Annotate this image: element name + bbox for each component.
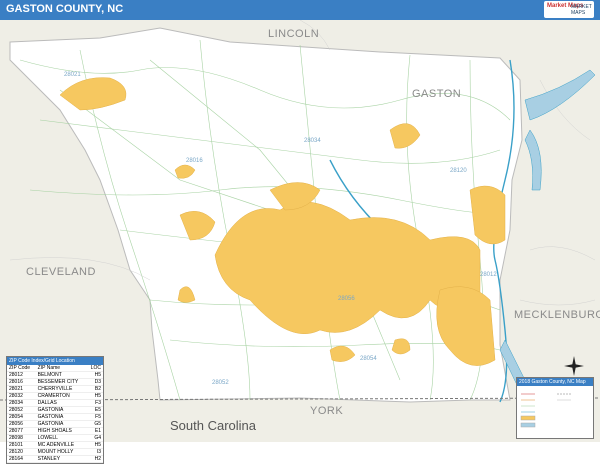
index-cell: G5 [86,420,103,428]
index-cell: E1 [86,427,103,435]
county-label-mecklenburg: MECKLENBURG [514,309,600,321]
index-cell: 28052 [7,406,36,414]
zip-label: 28052 [212,380,229,386]
index-row: 28012 BELMONT H5 [7,371,103,379]
county-label-york: YORK [310,405,344,417]
map-title: GASTON COUNTY, NC [6,3,124,15]
index-cell: GASTONIA [35,413,87,421]
index-cell: GASTONIA [35,406,87,414]
index-row: 28052 GASTONIA E5 [7,406,103,414]
index-cell: LOWELL [35,434,87,442]
state-label: South Carolina [170,418,256,433]
index-cell: F5 [86,413,103,421]
index-cell: GASTONIA [35,420,87,428]
zip-label: 28034 [304,138,321,144]
index-row: 28034 DALLAS F3 [7,399,103,407]
mount-holly-urban [469,185,506,245]
index-cell: 28021 [7,385,36,393]
index-cell: BELMONT [35,371,87,379]
index-cell: H5 [86,392,103,400]
index-cell: MC ADENVILLE [35,441,87,449]
county-label-cleveland: CLEVELAND [26,266,96,278]
index-cell: H2 [86,455,103,463]
north-arrow-icon [564,356,584,376]
index-row: 28054 GASTONIA F5 [7,413,103,421]
zip-label: 28054 [360,356,377,362]
zip-label: 28012 [480,272,497,278]
index-row: 28164 STANLEY H2 [7,455,103,463]
index-cell: E5 [86,406,103,414]
index-cell: CHERRYVILLE [35,385,87,393]
index-row: 28077 HIGH SHOALS E1 [7,427,103,435]
index-row: 28021 CHERRYVILLE B2 [7,385,103,393]
index-row: 28016 BESSEMER CITY D3 [7,378,103,386]
index-cell: 28032 [7,392,36,400]
index-cell: H5 [86,371,103,379]
zip-label: 28021 [64,72,81,78]
legend-title: 2018 Gaston County, NC Map [517,378,593,386]
index-title: ZIP Code Index/Grid Location [7,357,103,365]
index-cell: B2 [86,385,103,393]
title-bar: GASTON COUNTY, NC Market Maps MARKET MAP… [0,0,600,20]
zip-index-table: ZIP Code Index/Grid Location ZIP Code ZI… [6,356,104,464]
index-cell: CRAMERTON [35,392,87,400]
county-label-gaston: GASTON [412,88,462,100]
index-row: 28120 MOUNT HOLLY I3 [7,448,103,456]
index-row: 28056 GASTONIA G5 [7,420,103,428]
index-cell: STANLEY [35,455,87,463]
index-cell: HIGH SHOALS [35,427,87,435]
index-row: 28032 CRAMERTON H5 [7,392,103,400]
index-cell: DALLAS [35,399,87,407]
index-cell: 28056 [7,420,36,428]
index-cell: D3 [86,378,103,386]
zip-label: 28016 [186,158,203,164]
map-legend: 2018 Gaston County, NC Map [516,377,594,439]
index-cell: 28077 [7,427,36,435]
index-row: 28098 LOWELL G4 [7,434,103,442]
index-cell: 28016 [7,378,36,386]
index-cell: H5 [86,441,103,449]
index-cell: 28012 [7,371,36,379]
index-cell: 28101 [7,441,36,449]
index-grid: ZIP Code ZIP Name LOC 28012 BELMONT H5 2801… [7,365,103,463]
index-cell: 28054 [7,413,36,421]
zip-label: 28120 [450,168,467,174]
county-label-lincoln: LINCOLN [268,28,320,40]
logo-subtext: MARKET MAPS [571,4,592,16]
index-row: 28101 MC ADENVILLE H5 [7,441,103,449]
index-cell: 28034 [7,399,36,407]
index-cell: MOUNT HOLLY [35,448,87,456]
publisher-logo: Market Maps MARKET MAPS [544,1,594,18]
index-cell: BESSEMER CITY [35,378,87,386]
index-body: 28012 BELMONT H5 28016 BESSEMER CITY D3 28021 C… [7,371,103,463]
index-cell: G4 [86,434,103,442]
index-cell: F3 [86,399,103,407]
zip-label: 28056 [338,296,355,302]
index-cell: 28098 [7,434,36,442]
legend-swatches [520,393,571,428]
index-cell: 28120 [7,448,36,456]
index-cell: 28164 [7,455,36,463]
index-cell: I3 [86,448,103,456]
